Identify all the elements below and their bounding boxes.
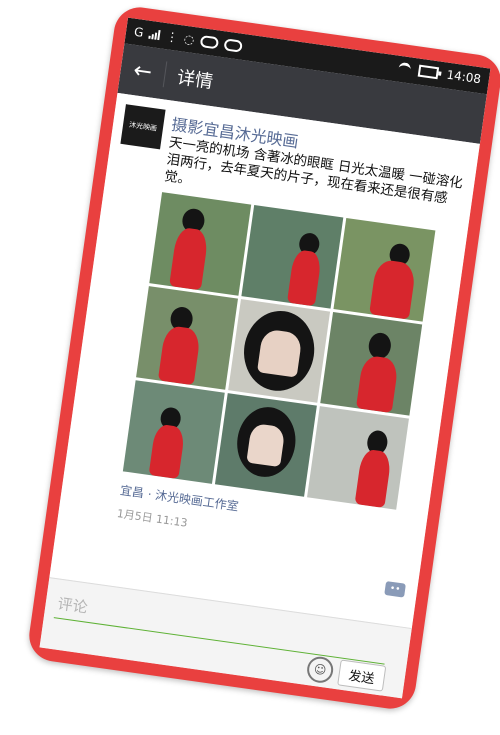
page-title: 详情 [175,67,215,93]
photo-grid [122,192,436,510]
emoji-icon[interactable]: ☺ [305,655,335,685]
signal-icon [148,29,161,41]
post-time: 1月5日 11:13 [116,506,189,530]
photo-tile[interactable] [320,312,423,416]
cloud-icon [223,38,243,53]
more-icon: ⋮ [165,29,180,45]
send-button[interactable]: 发送 [337,659,387,692]
phone-frame: G ⋮ ◌ 14:08 ← 详情 沐光映画 摄影宜昌沐光映画 天一亮的机场 含著… [25,4,500,712]
photo-tile[interactable] [136,286,238,390]
status-right: 14:08 [398,61,482,86]
photo-tile[interactable] [228,299,331,403]
photo-tile[interactable] [149,192,252,296]
photo-tile[interactable] [122,380,225,484]
post-detail: 沐光映画 摄影宜昌沐光映画 天一亮的机场 含著冰的眼眶 日光太温暖 一碰溶化泪两… [49,92,480,630]
cloud-icon [199,34,219,50]
avatar-text: 沐光映画 [128,120,158,133]
avatar[interactable]: 沐光映画 [120,104,166,150]
battery-icon [418,64,440,80]
photo-tile[interactable] [307,406,409,510]
wifi-icon [398,61,412,76]
clock: 14:08 [445,67,482,87]
photo-tile[interactable] [214,393,317,497]
photo-tile[interactable] [333,217,436,322]
back-arrow-icon[interactable]: ← [119,56,166,87]
screen: G ⋮ ◌ 14:08 ← 详情 沐光映画 摄影宜昌沐光映画 天一亮的机场 含著… [39,17,491,699]
message-icon: ◌ [182,31,196,48]
comment-icon[interactable]: •• [384,581,406,598]
photo-tile[interactable] [241,205,344,309]
carrier-label: G [133,24,145,40]
